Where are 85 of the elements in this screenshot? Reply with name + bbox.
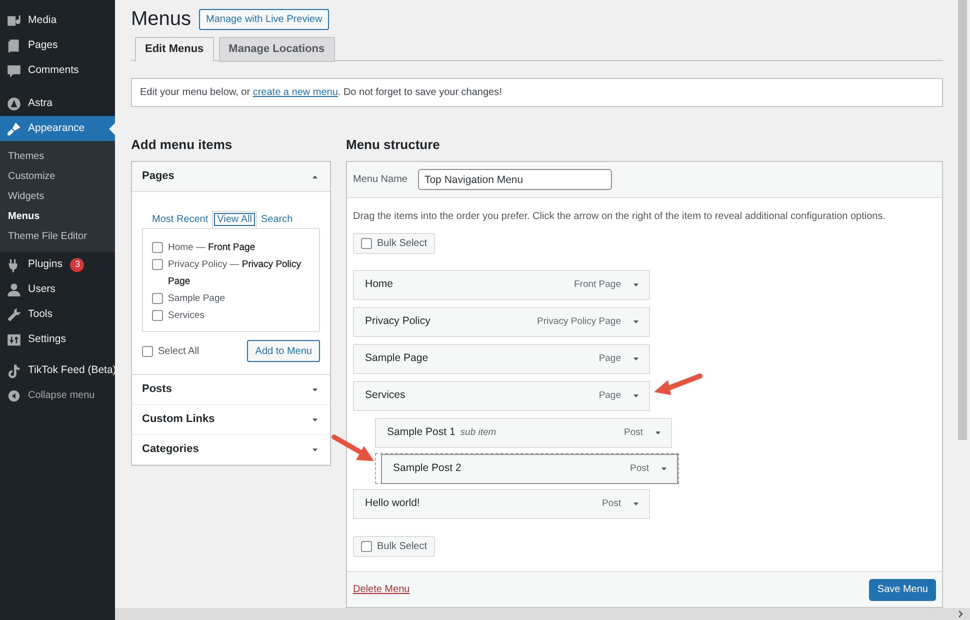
menu-item-title: Home xyxy=(365,277,394,292)
field-label: Menu Name xyxy=(353,173,408,187)
selection-pointer xyxy=(109,123,115,135)
menu-item-type: Front Page xyxy=(574,278,621,292)
page-option-label: Privacy Policy — Privacy Policy Page xyxy=(168,258,302,289)
menu-item-title: Hello world! xyxy=(365,496,420,512)
sidebar-item[interactable]: Appearance xyxy=(0,116,115,141)
instructions-text: Drag the items into the order you prefer. Click the arrow on the right of the item to reveal additional configuration options. xyxy=(353,210,887,224)
sidebar-item[interactable]: Media xyxy=(0,8,115,33)
menu-item-title: Privacy Policy xyxy=(365,314,430,330)
sidebar-item[interactable]: TikTok Feed (Beta) xyxy=(0,358,115,383)
collapse-icon xyxy=(7,388,21,402)
menu-item-type: Post xyxy=(624,426,643,440)
accordion-header[interactable]: Pages xyxy=(132,162,330,192)
checkbox[interactable] xyxy=(152,242,163,253)
sidebar-item[interactable]: Settings xyxy=(0,327,115,352)
horizontal-scrollbar[interactable] xyxy=(115,608,970,620)
user-icon xyxy=(6,282,22,298)
panel-tab[interactable]: View All xyxy=(212,211,257,228)
checkbox[interactable] xyxy=(152,293,163,304)
brush-icon xyxy=(6,120,22,136)
menu-item-type: Privacy Policy Page xyxy=(537,314,621,329)
sidebar-item[interactable]: Tools xyxy=(0,302,115,327)
menu-item-bar[interactable]: Hello world! Post xyxy=(353,489,650,519)
add-to-menu-button[interactable]: Add to Menu xyxy=(247,340,320,362)
submenu-item[interactable]: Theme File Editor xyxy=(0,226,115,246)
menu-item-bar[interactable]: Sample Post 1 sub item Post xyxy=(375,418,672,448)
count-badge: 3 xyxy=(70,258,84,272)
checkbox[interactable] xyxy=(361,238,372,249)
sub-item-note: sub item xyxy=(460,426,496,440)
comment-icon xyxy=(6,62,22,78)
sidebar-item[interactable]: Comments xyxy=(0,58,115,83)
collapse-menu-button[interactable]: Collapse menu xyxy=(0,383,115,408)
pointer-arrow xyxy=(652,371,704,397)
music-note-icon xyxy=(6,362,22,378)
menu-item-type: Page xyxy=(598,352,621,366)
menu-item-title: Sample Page xyxy=(365,351,428,366)
save-menu-button[interactable]: Save Menu xyxy=(869,578,936,600)
pages-icon xyxy=(6,38,22,54)
bulk-select-button[interactable]: Bulk Select xyxy=(353,536,436,557)
sidebar-item[interactable]: Pages xyxy=(0,33,115,58)
menu-item-bar[interactable]: Sample Post 2 Post xyxy=(381,454,678,484)
page-option-label: Services xyxy=(168,309,204,323)
chevron-right-icon[interactable] xyxy=(958,610,964,618)
menu-item-type: Post xyxy=(630,462,649,476)
menu-item-title: Sample Post 1 xyxy=(387,425,456,440)
page-option-label: Home — Front Page xyxy=(168,241,256,255)
bulk-select-button[interactable]: Bulk Select xyxy=(353,233,436,254)
media-icon xyxy=(6,12,22,28)
page-option-label: Sample Page xyxy=(168,292,226,306)
section-heading: Menu structure xyxy=(346,136,441,154)
checkbox[interactable] xyxy=(152,259,163,270)
submenu-item[interactable]: Customize xyxy=(0,166,115,186)
section-heading: Add menu items xyxy=(131,136,234,154)
submenu-item[interactable]: Widgets xyxy=(0,186,115,206)
submenu-item[interactable]: Themes xyxy=(0,146,115,166)
checkbox[interactable] xyxy=(152,310,163,321)
menu-item-bar[interactable]: Services Page xyxy=(353,381,650,411)
create-menu-link[interactable]: create a new menu xyxy=(252,87,338,98)
sidebar-item[interactable]: Users xyxy=(0,277,115,302)
sliders-icon xyxy=(6,332,22,348)
submenu-item[interactable]: Menus xyxy=(0,206,115,226)
tab[interactable]: Edit Menus xyxy=(135,37,214,62)
page-title: Menus xyxy=(131,9,192,29)
panel-tab[interactable]: Most Recent xyxy=(148,212,212,228)
delete-menu-link[interactable]: Delete Menu xyxy=(353,582,410,597)
checkbox[interactable] xyxy=(142,346,153,356)
live-preview-button[interactable]: Manage with Live Preview xyxy=(199,8,330,30)
sidebar-item[interactable]: Astra xyxy=(0,91,115,116)
menu-item-bar[interactable]: Privacy Policy Privacy Policy Page xyxy=(353,307,650,337)
tab[interactable]: Manage Locations xyxy=(218,37,335,62)
notice-text: Edit your menu below, or create a new menu. Do not forget to save your changes! xyxy=(140,86,502,100)
select-all-label: Select All xyxy=(158,344,200,358)
sidebar-item[interactable]: Plugins 3 xyxy=(0,252,115,277)
wrench-icon xyxy=(6,306,22,322)
menu-name-field[interactable]: Top Navigation Menu xyxy=(418,169,612,190)
menu-item-type: Page xyxy=(598,388,621,403)
triangle-circle-icon xyxy=(6,96,22,112)
menu-item-bar[interactable]: Home Front Page xyxy=(353,270,650,300)
panel-tab[interactable]: Search xyxy=(256,212,297,228)
checkbox[interactable] xyxy=(361,541,372,552)
menu-item-title: Services xyxy=(365,388,406,404)
menu-item-title: Sample Post 2 xyxy=(393,461,462,476)
menu-item-type: Post xyxy=(602,496,621,511)
menu-item-bar[interactable]: Sample Page Page xyxy=(353,344,650,374)
